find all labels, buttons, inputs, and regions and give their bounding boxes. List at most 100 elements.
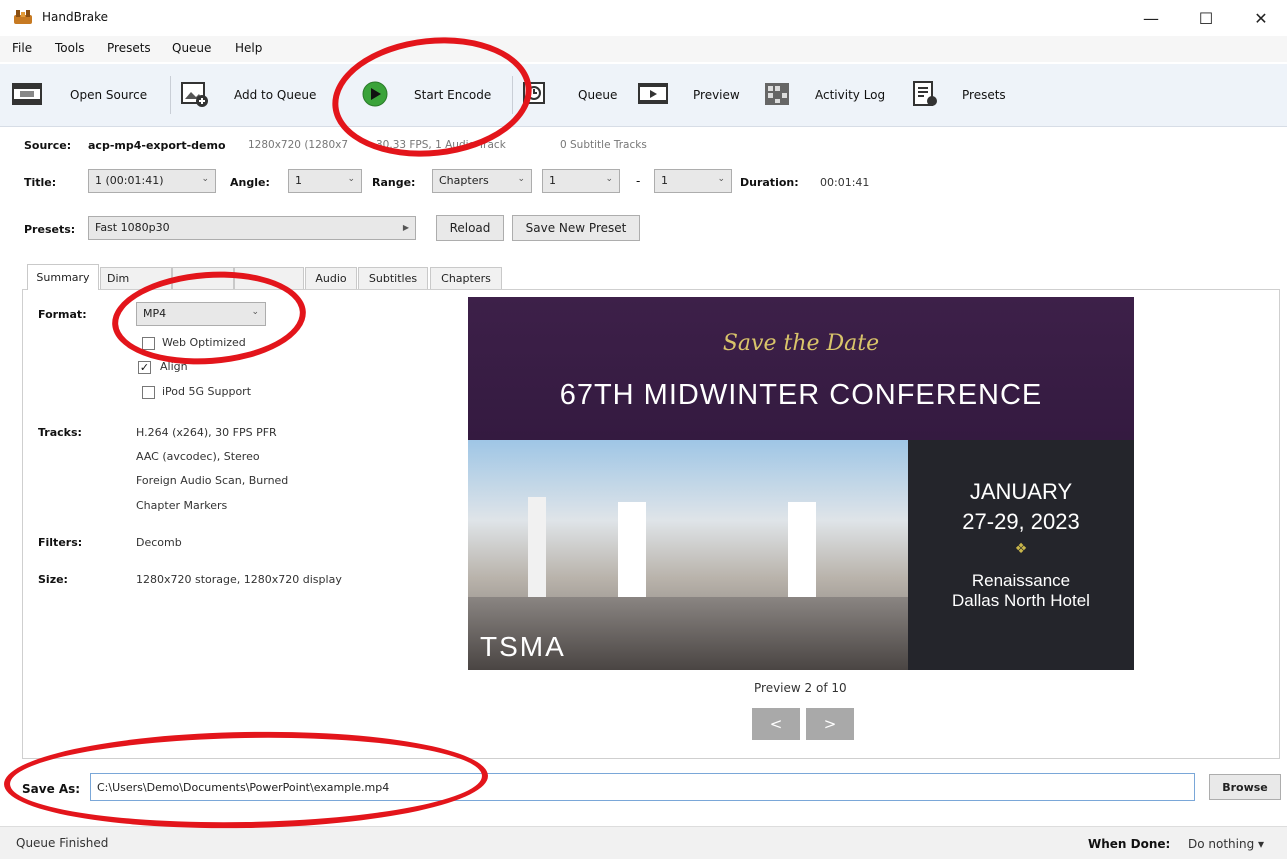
menu-queue[interactable]: Queue [172, 41, 211, 55]
preview-date-month: JANUARY [969, 479, 1073, 504]
status-text: Queue Finished [16, 836, 109, 850]
preview-button[interactable]: Preview [693, 88, 740, 102]
format-select[interactable]: MP4 ⌄ [136, 302, 266, 326]
size-value: 1280x720 storage, 1280x720 display [136, 573, 342, 586]
close-button[interactable]: ✕ [1238, 4, 1284, 32]
activity-log-button[interactable]: Activity Log [815, 88, 885, 102]
range-type-select[interactable]: Chapters ⌄ [432, 169, 532, 193]
preview-header-band [468, 297, 1134, 442]
range-start-select[interactable]: 1 ⌄ [542, 169, 620, 193]
tab-dimensions[interactable]: Dim [100, 267, 172, 289]
web-optimized-label: Web Optimized [162, 336, 246, 349]
reload-button[interactable]: Reload [436, 215, 504, 241]
preview-next-button[interactable]: > [806, 708, 854, 740]
filters-value: Decomb [136, 536, 182, 549]
preview-venue-line1: Renaissance [971, 571, 1071, 590]
tab-filters[interactable] [172, 267, 234, 289]
track-video: H.264 (x264), 30 FPS PFR [136, 426, 277, 439]
track-chapters: Chapter Markers [136, 499, 228, 512]
queue-button[interactable]: Queue [578, 88, 617, 102]
maximize-button[interactable]: ☐ [1183, 4, 1229, 32]
angle-label: Angle: [230, 176, 270, 189]
title-select[interactable]: 1 (00:01:41) ⌄ [88, 169, 216, 193]
title-label: Title: [24, 176, 57, 189]
ipod-checkbox[interactable] [142, 386, 155, 399]
tracks-label: Tracks: [38, 426, 82, 439]
toolbar-separator [512, 76, 513, 114]
preview-column [788, 502, 816, 607]
preview-column [618, 502, 646, 607]
range-start-value: 1 [549, 174, 556, 187]
preview-monitor-icon [638, 83, 668, 104]
preview-prev-button[interactable]: < [752, 708, 800, 740]
menu-presets[interactable]: Presets [107, 41, 151, 55]
angle-select-value: 1 [295, 174, 302, 187]
presets-button[interactable]: Presets [962, 88, 1006, 102]
range-type-value: Chapters [439, 174, 489, 187]
range-end-select[interactable]: 1 ⌄ [654, 169, 732, 193]
source-resolution: 1280x720 (1280x7 [248, 139, 349, 151]
preview-headline: 67TH MIDWINTER CONFERENCE [559, 379, 1043, 411]
presets-select[interactable]: Fast 1080p30 ▶ [88, 216, 416, 240]
chevron-down-icon: ⌄ [717, 174, 725, 184]
menu-help[interactable]: Help [235, 41, 262, 55]
tab-video[interactable] [234, 267, 304, 289]
chevron-down-icon: ⌄ [201, 174, 209, 184]
film-strip-icon [12, 83, 42, 105]
align-av-checkbox[interactable]: ✓ [138, 361, 151, 374]
menu-file[interactable]: File [12, 41, 32, 55]
add-to-queue-button[interactable]: Add to Queue [234, 88, 316, 102]
diamond-ornament-icon: ❖ [1014, 541, 1028, 557]
tab-chapters[interactable]: Chapters [430, 267, 502, 289]
preview-script-text: Save the Date [722, 331, 880, 356]
preview-image: Save the Date 67TH MIDWINTER CONFERENCE … [468, 297, 1134, 670]
title-bar [0, 0, 1287, 36]
chevron-right-icon: ▶ [402, 223, 409, 232]
browse-button[interactable]: Browse [1209, 774, 1281, 800]
presets-label: Presets: [24, 223, 76, 236]
format-select-value: MP4 [143, 307, 167, 320]
chevron-down-icon: ⌄ [517, 174, 525, 184]
tab-audio[interactable]: Audio [305, 267, 357, 289]
format-label: Format: [38, 308, 87, 321]
queue-icon [523, 82, 545, 104]
preview-logo: TSMA [480, 631, 566, 662]
preview-caption: Preview 2 of 10 [754, 681, 847, 695]
chevron-down-icon: ⌄ [347, 174, 355, 184]
play-icon [362, 81, 388, 107]
toolbar-separator [170, 76, 171, 114]
menu-tools[interactable]: Tools [55, 41, 85, 55]
save-new-preset-button[interactable]: Save New Preset [512, 215, 640, 241]
preview-venue-line2: Dallas North Hotel [952, 591, 1090, 610]
chevron-down-icon: ⌄ [605, 174, 613, 184]
source-subtitles: 0 Subtitle Tracks [560, 139, 647, 151]
presets-document-icon [913, 81, 937, 106]
when-done-select[interactable]: Do nothing ▾ [1188, 837, 1264, 851]
presets-select-value: Fast 1080p30 [95, 221, 170, 234]
add-image-icon [181, 82, 208, 107]
range-dash: - [636, 174, 641, 188]
size-label: Size: [38, 573, 68, 586]
source-name: acp-mp4-export-demo [88, 139, 226, 152]
align-av-label: Align [160, 360, 188, 373]
ipod-label: iPod 5G Support [162, 385, 252, 398]
tab-subtitles[interactable]: Subtitles [358, 267, 428, 289]
open-source-button[interactable]: Open Source [70, 88, 147, 102]
when-done-label: When Done: [1088, 837, 1171, 851]
save-as-label: Save As: [22, 782, 81, 796]
preview-column [528, 497, 546, 607]
window-title: HandBrake [42, 10, 109, 24]
angle-select[interactable]: 1 ⌄ [288, 169, 362, 193]
preview-date-days: 27-29, 2023 [962, 509, 1080, 534]
track-foreign-audio: Foreign Audio Scan, Burned [136, 474, 289, 487]
activity-log-icon [765, 83, 789, 105]
save-as-path-input[interactable]: C:\Users\Demo\Documents\PowerPoint\examp… [90, 773, 1195, 801]
duration-value: 00:01:41 [820, 176, 870, 189]
tab-summary[interactable]: Summary [27, 264, 99, 290]
web-optimized-checkbox[interactable] [142, 337, 155, 350]
duration-label: Duration: [740, 176, 799, 189]
minimize-button[interactable]: — [1128, 4, 1174, 32]
track-audio: AAC (avcodec), Stereo [136, 450, 260, 463]
start-encode-button[interactable]: Start Encode [414, 88, 491, 102]
range-end-value: 1 [661, 174, 668, 187]
